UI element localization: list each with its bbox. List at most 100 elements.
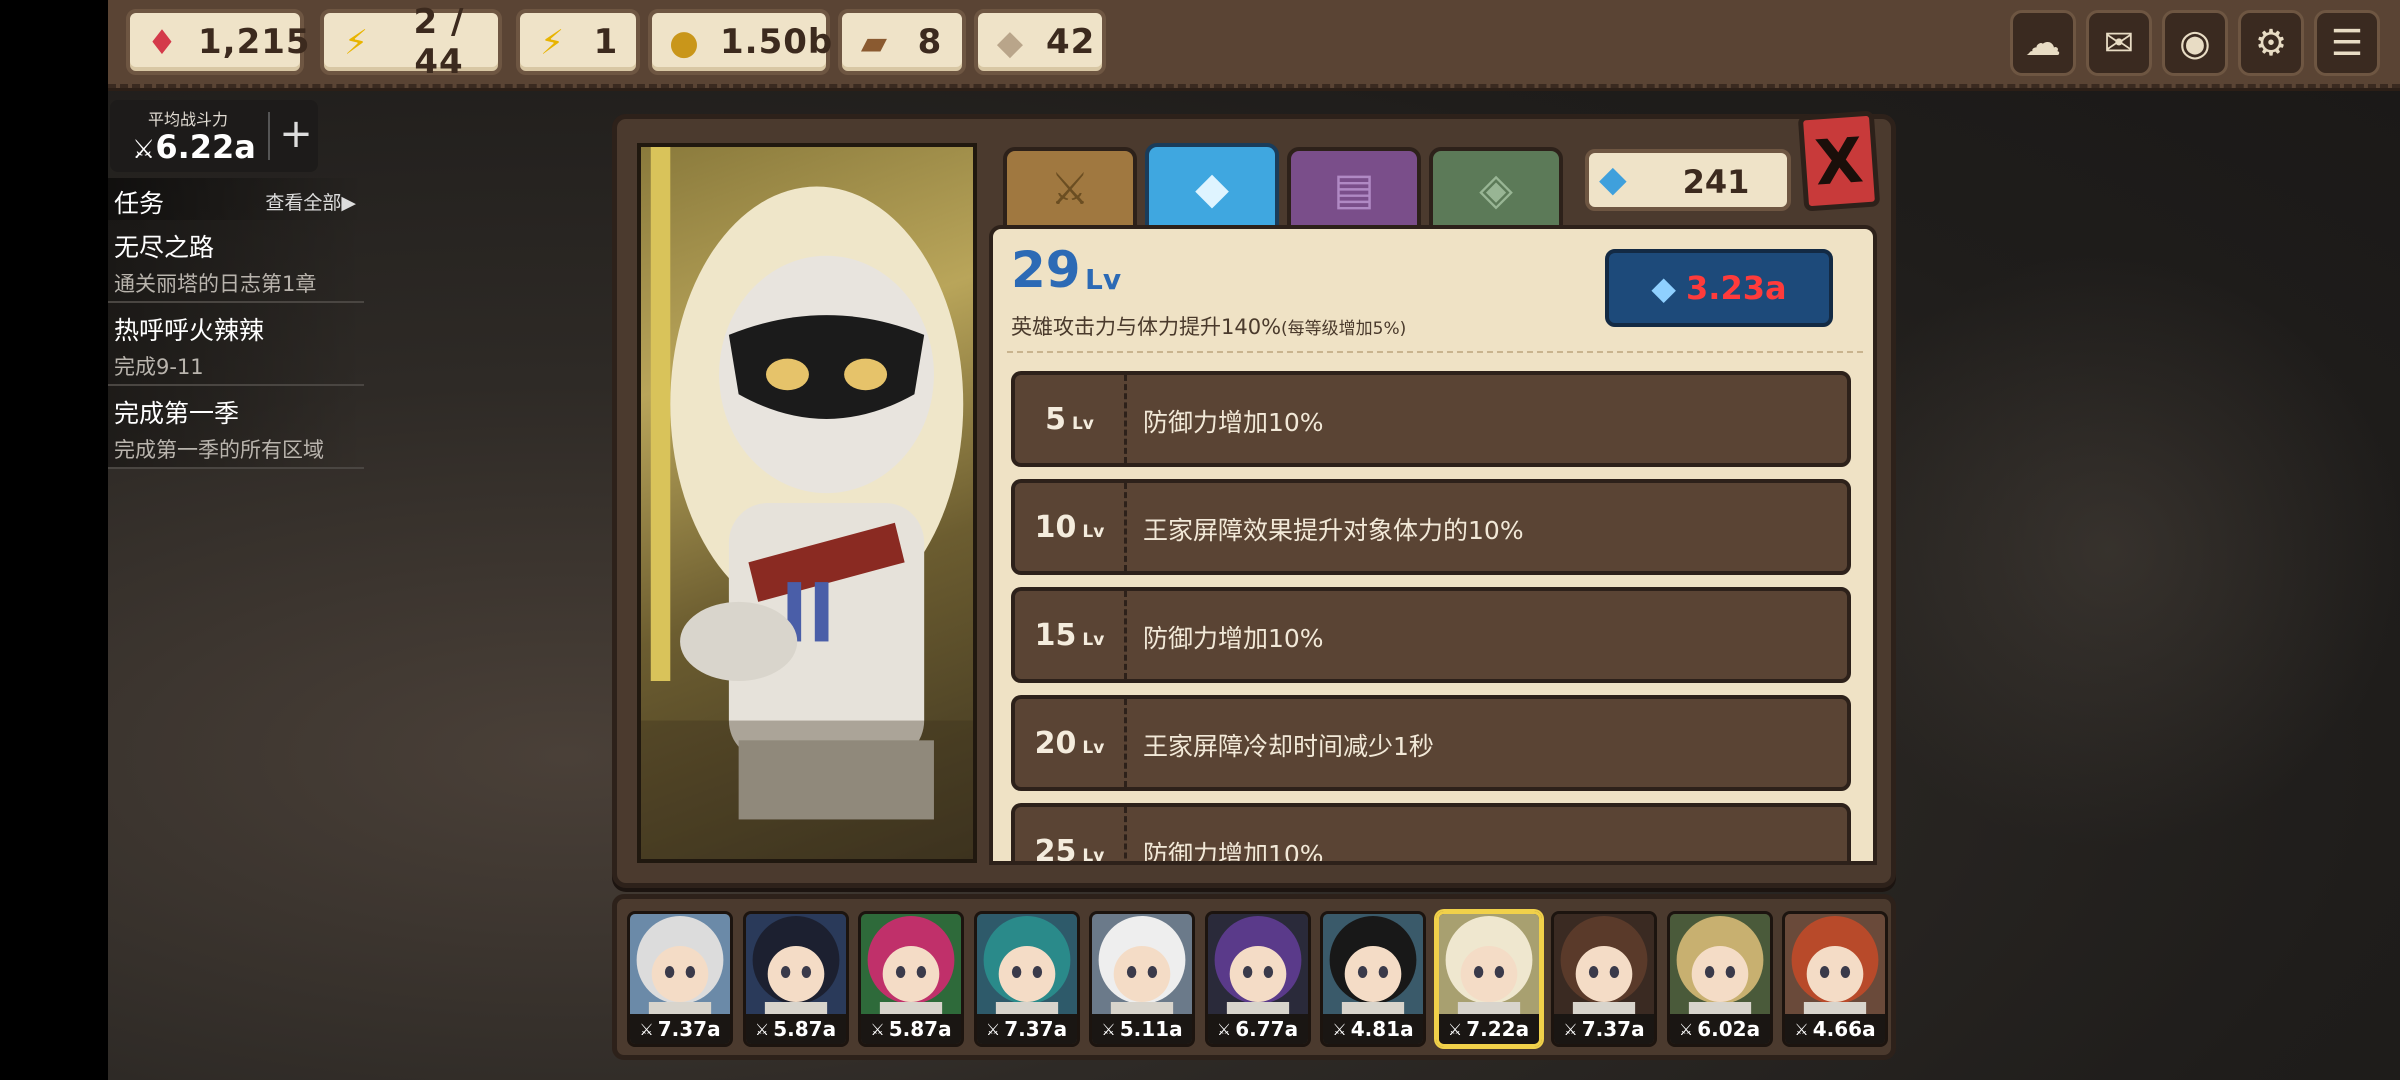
- hero-card[interactable]: ⚔ 5.87a: [858, 911, 964, 1047]
- wood-value: 8: [917, 22, 943, 62]
- hero-avatar: [630, 914, 730, 1018]
- lightning-plus-icon: ⚡: [540, 23, 564, 63]
- energy-counter[interactable]: ⚡ 2 / 44: [320, 2, 502, 82]
- quest-desc: 通关丽塔的日志第1章: [114, 272, 317, 296]
- hero-power: ⚔ 7.22a: [1438, 1014, 1539, 1044]
- quest-name: 无尽之路: [114, 233, 215, 262]
- hero-selector-bar: ⚔ 7.37a ⚔ 5.87a ⚔ 5.87a ⚔ 7.37a ⚔ 5.11a ⚔ 6.77a ⚔ 4.8…: [612, 894, 1896, 1060]
- crossed-swords-icon: ⚔: [1216, 1019, 1232, 1039]
- crossed-swords-icon: ⚔: [1101, 1019, 1116, 1039]
- ruby-value: 1,215: [198, 22, 311, 62]
- hero-card[interactable]: ⚔ 6.77a: [1204, 911, 1311, 1047]
- hero-power: ⚔ 6.02a: [1669, 1014, 1770, 1044]
- skill-row: 5 Lv 防御力增加10%: [1011, 371, 1851, 467]
- mail-button[interactable]: ✉: [2086, 10, 2152, 76]
- view-all-quests-link[interactable]: 查看全部▶: [265, 188, 356, 215]
- crossed-swords-icon: ⚔: [1678, 1019, 1694, 1039]
- hero-detail-panel: ⚔ ◆ ▤ ◈ ◆ 241 X 29 Lv 英雄攻击力与体力提升140%(每等级…: [612, 110, 1896, 888]
- upgrade-cost: 3.23a: [1686, 269, 1787, 307]
- crystal-count: 241: [1682, 163, 1750, 201]
- gold-value: 1.50b: [720, 22, 834, 62]
- stone-icon: ◆: [996, 23, 1024, 63]
- stone-counter[interactable]: ◆ 42: [974, 9, 1106, 75]
- hero-power: ⚔ 4.66a: [1785, 1014, 1885, 1044]
- hero-card[interactable]: ⚔ 4.66a: [1782, 911, 1888, 1047]
- add-power-button[interactable]: +: [278, 110, 314, 158]
- close-button[interactable]: X: [1797, 110, 1881, 212]
- hero-card[interactable]: ⚔ 7.22a: [1435, 911, 1542, 1047]
- skill-row: 25 Lv 防御力增加10%: [1011, 803, 1851, 865]
- gear-icon: ⚙: [2254, 22, 2288, 64]
- hero-level-number: 29: [1011, 241, 1081, 299]
- book-icon: ▤: [1333, 163, 1375, 215]
- upgrade-button[interactable]: ◆ 3.23a: [1605, 249, 1833, 327]
- crossed-swords-icon: ⚔: [1794, 1019, 1809, 1039]
- quest-header: 任务 查看全部▶: [108, 178, 364, 220]
- skill-level: 20 Lv: [1015, 699, 1127, 787]
- ruby-icon: ♦: [146, 23, 178, 63]
- energy-plus-counter[interactable]: ⚡ 1: [516, 9, 640, 75]
- quest-item[interactable]: 完成第一季 完成第一季的所有区域: [108, 386, 364, 469]
- hero-avatar: [1092, 914, 1192, 1018]
- hero-power: ⚔ 5.87a: [745, 1014, 846, 1044]
- hero-card[interactable]: ⚔ 5.87a: [742, 911, 849, 1047]
- skill-level: 25 Lv: [1015, 807, 1127, 861]
- hero-portrait: [637, 143, 977, 863]
- hero-card[interactable]: ⚔ 7.37a: [1551, 911, 1657, 1047]
- hero-card[interactable]: ⚔ 7.37a: [627, 911, 733, 1047]
- crossed-swords-icon: ⚔: [985, 1019, 1001, 1039]
- tab-armor[interactable]: ◈: [1429, 147, 1563, 231]
- quest-desc: 完成9-11: [114, 355, 204, 379]
- hero-avatar: [976, 914, 1077, 1018]
- armor-icon: ◈: [1479, 163, 1513, 215]
- settings-button[interactable]: ⚙: [2238, 10, 2304, 76]
- crystal-icon: ◆: [1599, 159, 1627, 200]
- tab-skillbook[interactable]: ▤: [1287, 147, 1421, 231]
- gold-coin-icon: ●: [669, 23, 699, 63]
- menu-icon: ☰: [2330, 22, 2364, 64]
- hero-card[interactable]: ⚔ 5.11a: [1089, 911, 1195, 1047]
- crystal-icon: ◆: [1195, 162, 1229, 214]
- crossed-swords-icon: ⚔: [754, 1019, 770, 1039]
- lightning-icon: ⚡: [344, 23, 368, 63]
- close-icon: X: [1812, 122, 1866, 200]
- hero-power: ⚔ 7.37a: [1554, 1014, 1654, 1044]
- hero-avatar: [861, 914, 961, 1018]
- gold-counter[interactable]: ● 1.50b: [648, 9, 834, 75]
- skill-level: 5 Lv: [1015, 375, 1127, 463]
- cloud-upload-button[interactable]: ☁: [2010, 10, 2076, 76]
- hero-card[interactable]: ⚔ 4.81a: [1320, 911, 1426, 1047]
- resource-bar: ♦ 1,215 ⚡ 2 / 44 ⚡ 1 ● 1.50b ▰ 8 ◆ 42 ☁ …: [108, 0, 2400, 88]
- skill-level: 10 Lv: [1015, 483, 1127, 571]
- cloud-upload-icon: ☁: [2025, 22, 2061, 64]
- skill-text: 王家屏障效果提升对象体力的10%: [1143, 516, 1524, 545]
- crossed-swords-icon: ⚔: [132, 135, 156, 165]
- quest-list: 任务 查看全部▶ 无尽之路 通关丽塔的日志第1章 热呼呼火辣辣 完成9-11 完…: [108, 178, 364, 469]
- divider: [1007, 351, 1863, 353]
- average-power-panel: 平均战斗力 ⚔6.22a +: [110, 100, 318, 172]
- skill-text: 防御力增加10%: [1143, 840, 1324, 865]
- crossed-swords-icon: ⚔: [1447, 1019, 1463, 1039]
- tab-crystal[interactable]: ◆: [1145, 143, 1279, 233]
- quest-item[interactable]: 热呼呼火辣辣 完成9-11: [108, 303, 364, 386]
- tab-equipment[interactable]: ⚔: [1003, 147, 1137, 231]
- hero-avatar: [1785, 914, 1885, 1018]
- ruby-counter[interactable]: ♦ 1,215: [126, 9, 311, 75]
- menu-button[interactable]: ☰: [2314, 10, 2380, 76]
- quest-item[interactable]: 无尽之路 通关丽塔的日志第1章: [108, 220, 364, 303]
- average-power-label: 平均战斗力: [148, 110, 229, 129]
- quest-name: 热呼呼火辣辣: [114, 316, 265, 345]
- crossed-swords-icon: ⚔: [1050, 163, 1090, 215]
- mail-icon: ✉: [2103, 22, 2135, 64]
- hero-card[interactable]: ⚔ 6.02a: [1666, 911, 1773, 1047]
- divider: [268, 112, 270, 160]
- hero-card[interactable]: ⚔ 7.37a: [973, 911, 1080, 1047]
- quest-name: 完成第一季: [114, 399, 240, 428]
- crossed-swords-icon: ⚔: [870, 1019, 885, 1039]
- energy-plus-value: 1: [593, 22, 619, 62]
- camera-button[interactable]: ◉: [2162, 10, 2228, 76]
- quest-desc: 完成第一季的所有区域: [114, 438, 324, 462]
- hero-avatar: [1669, 914, 1770, 1018]
- crossed-swords-icon: ⚔: [639, 1019, 654, 1039]
- wood-counter[interactable]: ▰ 8: [838, 9, 966, 75]
